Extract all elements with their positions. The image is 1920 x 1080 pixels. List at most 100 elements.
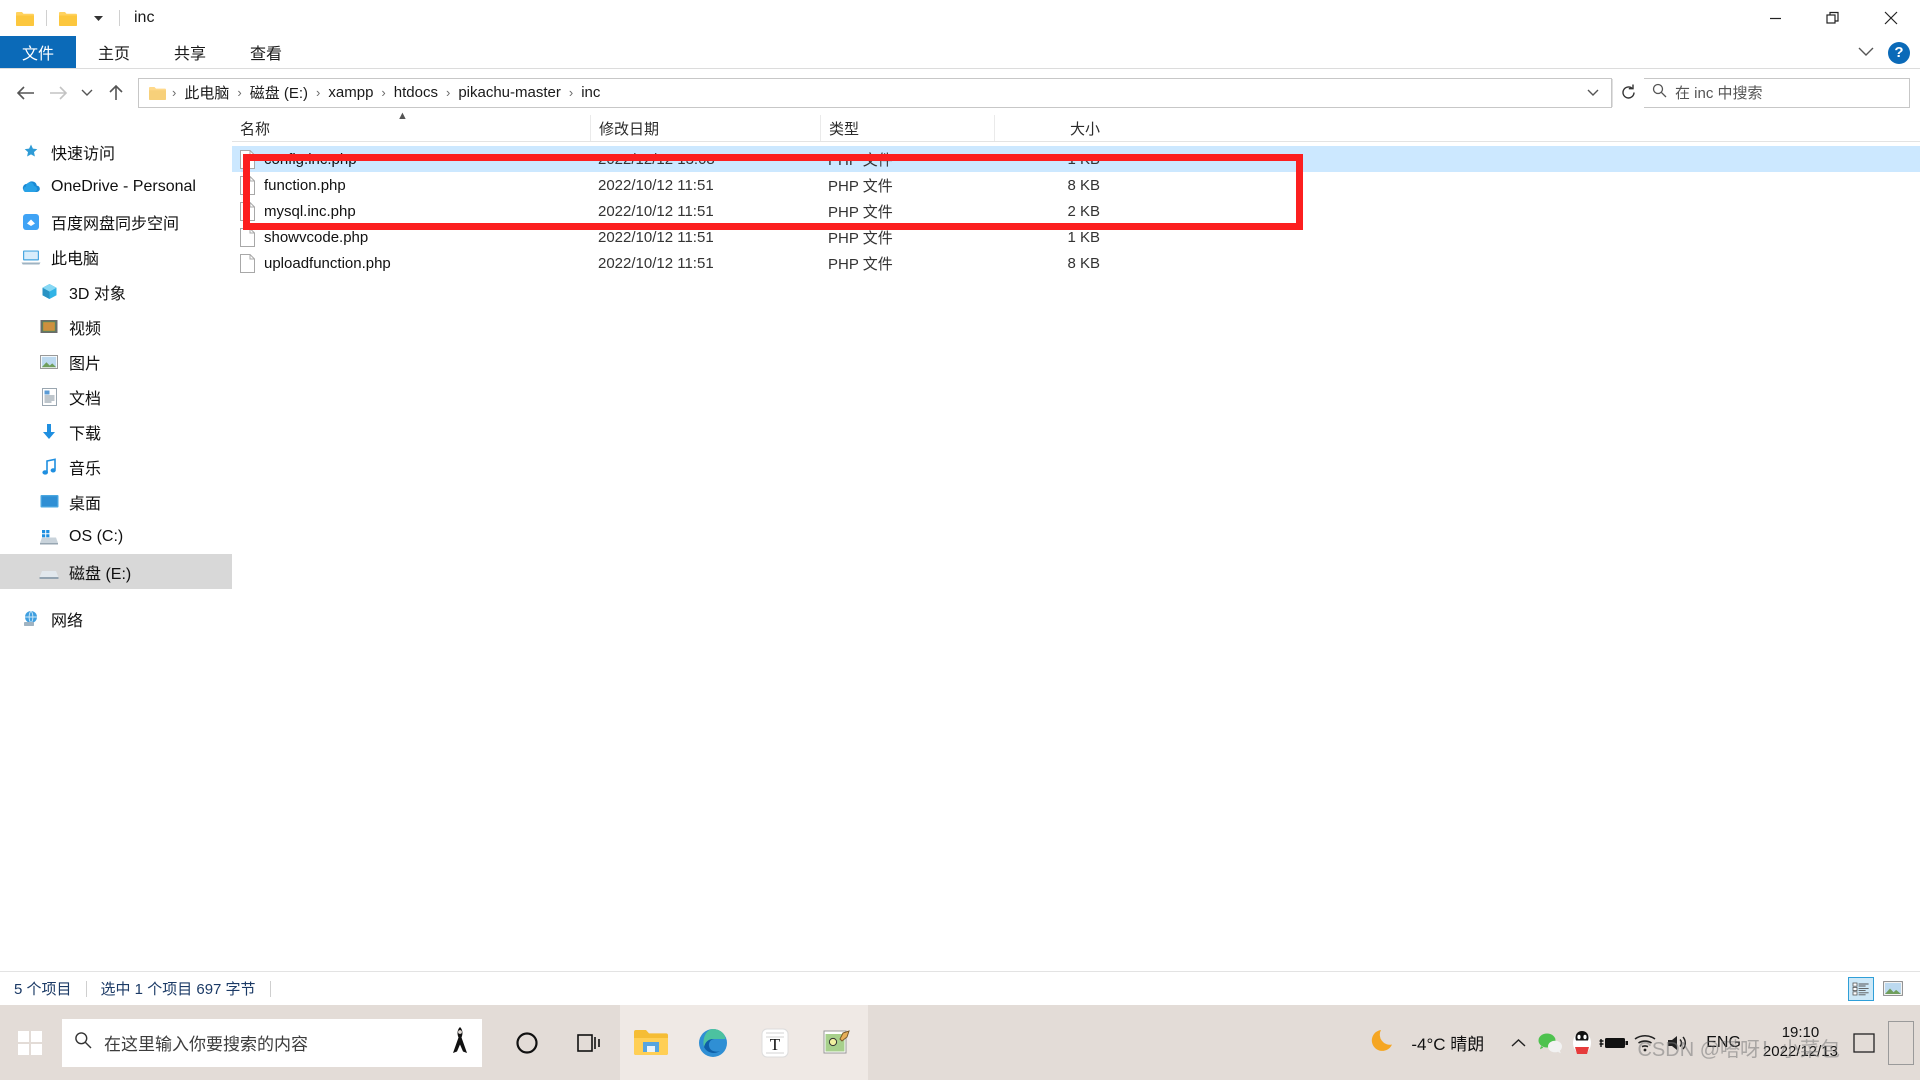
large-icons-view-button[interactable] [1880,977,1906,1001]
breadcrumb[interactable]: › 此电脑 › 磁盘 (E:) › xampp › htdocs › pikac… [138,77,1612,108]
typora-icon[interactable]: T [744,1005,806,1080]
sidebar-item-3d-objects[interactable]: 3D 对象 [0,274,232,309]
table-row[interactable]: mysql.inc.php 2022/10/12 11:51 PHP 文件 2 … [232,198,1920,224]
windows-drive-icon [38,526,60,548]
customize-chevron-icon[interactable] [83,3,113,33]
table-row[interactable]: config.inc.php 2022/12/12 13:08 PHP 文件 1… [232,146,1920,172]
sidebar-item-videos[interactable]: 视频 [0,309,232,344]
breadcrumb-separator: › [316,85,321,100]
recent-locations-chevron-icon[interactable] [74,77,100,109]
chevron-up-icon[interactable] [1502,1005,1534,1080]
breadcrumb-item-inc[interactable]: inc [575,82,606,103]
sidebar-item-network[interactable]: 网络 [0,601,232,636]
sidebar-item-downloads[interactable]: 下载 [0,414,232,449]
help-button[interactable]: ? [1888,41,1910,64]
column-headers: ▲ 名称 修改日期 类型 大小 [232,110,1920,142]
column-header-name[interactable]: 名称 [232,115,590,141]
column-header-size[interactable]: 大小 [994,115,1110,141]
task-view-icon[interactable] [558,1005,620,1080]
sidebar-item-label: 桌面 [69,495,102,513]
breadcrumb-item-xampp[interactable]: xampp [322,82,379,103]
pictures-icon [38,351,60,373]
microsoft-edge-icon[interactable] [682,1005,744,1080]
volume-icon[interactable] [1662,1005,1694,1080]
minimize-icon[interactable] [1746,0,1804,36]
cortana-icon[interactable] [496,1005,558,1080]
sidebar-item-os-c[interactable]: OS (C:) [0,519,232,554]
sidebar-item-onedrive[interactable]: OneDrive - Personal [0,169,232,204]
file-type-cell: PHP 文件 [828,229,893,247]
breadcrumb-item-pikachu-master[interactable]: pikachu-master [452,82,567,103]
quick-access-toolbar: inc [0,3,154,33]
sidebar-item-label: OS (C:) [69,527,124,545]
sidebar-item-desktop[interactable]: 桌面 [0,484,232,519]
breadcrumb-item-drive-e[interactable]: 磁盘 (E:) [244,80,314,105]
tab-home[interactable]: 主页 [76,36,152,68]
window-title: inc [134,9,155,26]
close-icon[interactable] [1862,0,1920,36]
table-row[interactable]: function.php 2022/10/12 11:51 PHP 文件 8 K… [232,172,1920,198]
table-row[interactable]: showvcode.php 2022/10/12 11:51 PHP 文件 1 … [232,224,1920,250]
sidebar-item-pictures[interactable]: 图片 [0,344,232,379]
taskbar-app-icons: T [496,1005,868,1080]
php-file-icon [240,201,255,221]
tab-share[interactable]: 共享 [152,36,228,68]
toolbar-divider [46,10,47,26]
file-explorer-window: inc 文件 主页 共享 查看 ? › 此电脑 › 磁盘 (E:) › xamp… [0,0,1920,1005]
black-ribbon-icon[interactable] [450,1025,470,1060]
file-name-cell: showvcode.php [232,227,590,247]
details-view-button[interactable] [1848,976,1874,1001]
sidebar-item-label: 此电脑 [51,250,100,268]
action-center-icon[interactable] [1848,1005,1880,1080]
breadcrumb-item-htdocs[interactable]: htdocs [388,82,444,103]
downloads-icon [38,421,60,443]
address-dropdown-chevron-icon[interactable] [1579,86,1607,100]
paint-icon[interactable] [806,1005,868,1080]
file-name-cell: mysql.inc.php [232,201,590,221]
folder-icon[interactable] [53,3,83,33]
onedrive-cloud-icon [20,176,42,198]
arrow-left-icon[interactable] [10,77,42,109]
restore-icon[interactable] [1804,0,1862,36]
sidebar-item-label: 磁盘 (E:) [69,565,132,583]
file-explorer-icon[interactable] [620,1005,682,1080]
breadcrumb-item-this-pc[interactable]: 此电脑 [178,80,235,105]
sidebar-item-this-pc[interactable]: 此电脑 [0,239,232,274]
column-header-type[interactable]: 类型 [820,115,994,141]
sidebar-item-drive-e[interactable]: 磁盘 (E:) [0,554,232,589]
sidebar-item-label: OneDrive - Personal [51,177,196,195]
weather-label: -4°C 晴朗 [1411,1035,1485,1054]
sidebar-item-music[interactable]: 音乐 [0,449,232,484]
sidebar-item-documents[interactable]: 文档 [0,379,232,414]
chevron-down-icon[interactable] [1858,44,1874,62]
qq-icon[interactable] [1566,1005,1598,1080]
show-desktop-button[interactable] [1888,1020,1914,1065]
weather-widget[interactable]: -4°C 晴朗 [1371,1025,1484,1060]
sidebar-item-label: 下载 [69,425,102,443]
battery-icon[interactable] [1598,1005,1630,1080]
desktop-icon [38,491,60,513]
videos-icon [38,316,60,338]
refresh-icon[interactable] [1612,78,1644,107]
arrow-up-icon[interactable] [100,77,132,109]
windows-start-icon[interactable] [0,1005,60,1080]
taskbar-clock[interactable]: 19:10 2022/12/13 [1753,1024,1848,1062]
sidebar-item-baidu-netdisk[interactable]: 百度网盘同步空间 [0,204,232,239]
system-tray: -4°C 晴朗 ENG 19:10 2022/12/13 [1371,1005,1920,1080]
sidebar-item-quick-access[interactable]: 快速访问 [0,134,232,169]
column-header-date-modified[interactable]: 修改日期 [590,115,820,141]
tab-view[interactable]: 查看 [228,36,304,68]
language-indicator[interactable]: ENG [1694,1034,1753,1052]
svg-text:T: T [770,1035,781,1054]
search-input[interactable]: 在 inc 中搜索 [1644,77,1910,108]
file-date-cell: 2022/10/12 11:51 [598,202,714,220]
tab-file[interactable]: 文件 [0,36,77,68]
title-bar: inc [0,0,1920,36]
file-name-cell: uploadfunction.php [232,253,590,273]
table-row[interactable]: uploadfunction.php 2022/10/12 11:51 PHP … [232,250,1920,276]
taskbar-search-input[interactable]: 在这里输入你要搜索的内容 [62,1018,482,1067]
wifi-icon[interactable] [1630,1005,1662,1080]
taskbar: 在这里输入你要搜索的内容 T -4°C 晴朗 ENG 19:10 2022/12… [0,1005,1920,1080]
wechat-icon[interactable] [1534,1005,1566,1080]
folder-icon[interactable] [10,3,40,33]
